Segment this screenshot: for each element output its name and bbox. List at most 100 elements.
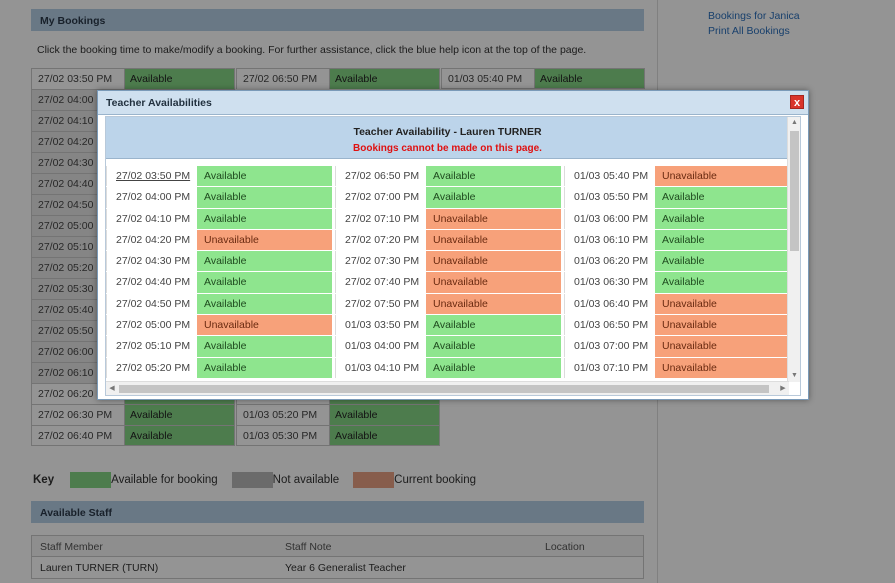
slot-status: Available [655,187,789,208]
availability-slot: 01/03 06:10 PM Available [564,229,789,252]
availability-slot: 27/02 04:20 PM Unavailable [106,229,332,252]
slot-status: Unavailable [426,293,561,315]
slot-time: 01/03 06:40 PM [564,293,655,315]
slot-time: 01/03 06:50 PM [564,315,655,336]
slot-status: Unavailable [655,166,789,187]
availability-slot: 27/02 05:00 PM Unavailable [106,315,332,337]
availability-slot: 27/02 04:00 PM Available [106,187,332,209]
slot-time: 01/03 03:50 PM [335,315,426,336]
scroll-down-icon[interactable]: ▼ [788,370,800,382]
scroll-right-icon[interactable]: ▶ [777,382,789,395]
slot-time: 01/03 06:30 PM [564,272,655,293]
availability-heading: Teacher Availability - Lauren TURNER [353,126,542,138]
slot-time: 27/02 04:30 PM [106,251,197,272]
availability-slot: 27/02 07:00 PM Available [335,187,561,209]
slot-status: Available [197,187,332,208]
slot-status: Available [426,187,561,208]
slot-time: 01/03 05:40 PM [564,166,655,187]
slot-status: Available [197,357,332,378]
availability-header: Teacher Availability - Lauren TURNER Boo… [106,117,789,159]
slot-status: Unavailable [426,272,561,293]
slot-time: 27/02 07:00 PM [335,187,426,208]
slot-status: Unavailable [655,336,789,357]
slot-status: Available [426,166,561,187]
availability-warning: Bookings cannot be made on this page. [353,143,542,154]
slot-status: Available [197,208,332,229]
availability-slot: 01/03 05:50 PM Available [564,187,789,209]
availability-column: 27/02 06:50 PM Available 27/02 07:00 PM Ava… [335,166,561,379]
slot-status: Available [655,229,789,251]
availability-slot: 01/03 06:40 PM Unavailable [564,293,789,316]
availability-slot: 01/03 06:20 PM Available [564,251,789,273]
slot-time: 01/03 06:00 PM [564,208,655,229]
vertical-scrollbar[interactable]: ▲ ▼ [787,117,800,382]
modal-title: Teacher Availabilities [106,97,212,109]
availability-slot: 27/02 07:30 PM Unavailable [335,251,561,273]
slot-status: Unavailable [426,229,561,251]
slot-time: 27/02 07:40 PM [335,272,426,293]
vertical-scroll-thumb[interactable] [790,131,799,251]
availability-slot: 27/02 04:30 PM Available [106,251,332,273]
horizontal-scroll-thumb[interactable] [119,385,769,393]
availability-slot: 01/03 04:10 PM Available [335,357,561,379]
slot-time: 27/02 04:50 PM [106,293,197,315]
scroll-up-icon[interactable]: ▲ [788,117,800,129]
slot-status: Available [655,272,789,293]
slot-status: Available [197,272,332,293]
availability-slot: 27/02 07:20 PM Unavailable [335,229,561,252]
slot-time: 01/03 07:10 PM [564,357,655,378]
slot-status: Available [655,251,789,272]
modal-title-bar: Teacher Availabilities x [98,91,808,115]
availability-slot: 01/03 07:00 PM Unavailable [564,336,789,358]
slot-time: 27/02 07:10 PM [335,208,426,229]
availability-slot: 01/03 06:00 PM Available [564,208,789,230]
availability-slot: 01/03 04:00 PM Available [335,336,561,358]
slot-status: Available [197,251,332,272]
slot-status: Available [426,315,561,336]
availability-slot: 27/02 05:10 PM Available [106,336,332,358]
slot-time: 27/02 07:20 PM [335,229,426,251]
availability-grid: 27/02 03:50 PM Available 27/02 04:00 PM Ava… [106,166,789,382]
availability-column: 01/03 05:40 PM Unavailable 01/03 05:50 PM A… [564,166,789,379]
slot-time[interactable]: 27/02 03:50 PM [106,166,197,187]
availability-slot: 01/03 06:30 PM Available [564,272,789,294]
availability-column: 27/02 03:50 PM Available 27/02 04:00 PM Ava… [106,166,332,379]
slot-time: 01/03 06:10 PM [564,229,655,251]
availability-slot: 27/02 07:50 PM Unavailable [335,293,561,316]
slot-status: Unavailable [426,251,561,272]
scroll-left-icon[interactable]: ◀ [106,382,118,395]
slot-status: Available [426,357,561,378]
slot-time: 01/03 04:10 PM [335,357,426,378]
availability-slot: 27/02 07:10 PM Unavailable [335,208,561,230]
slot-time: 01/03 06:20 PM [564,251,655,272]
modal-body: Teacher Availability - Lauren TURNER Boo… [105,116,801,396]
slot-time: 27/02 06:50 PM [335,166,426,187]
slot-time: 27/02 05:00 PM [106,315,197,336]
slot-status: Unavailable [426,208,561,229]
slot-time: 27/02 04:20 PM [106,229,197,251]
availability-slot: 27/02 04:50 PM Available [106,293,332,316]
availability-slot: 27/02 04:40 PM Available [106,272,332,294]
availability-slot: 01/03 06:50 PM Unavailable [564,315,789,337]
slot-status: Unavailable [197,229,332,251]
slot-status: Unavailable [197,315,332,336]
slot-status: Unavailable [655,357,789,378]
availability-slot: 01/03 05:40 PM Unavailable [564,166,789,188]
close-button[interactable]: x [790,95,804,109]
availability-slot: 01/03 03:50 PM Available [335,315,561,337]
availability-slot: 01/03 07:10 PM Unavailable [564,357,789,379]
slot-status: Available [655,208,789,229]
slot-status: Available [197,293,332,315]
slot-time: 01/03 07:00 PM [564,336,655,357]
slot-status: Available [426,336,561,357]
slot-status: Available [197,166,332,187]
slot-time: 27/02 04:40 PM [106,272,197,293]
horizontal-scrollbar[interactable]: ◀ ▶ [106,381,789,395]
teacher-availabilities-modal: Teacher Availabilities x Teacher Availab… [97,90,809,400]
slot-time: 27/02 07:50 PM [335,293,426,315]
slot-time: 27/02 05:10 PM [106,336,197,357]
slot-time: 27/02 04:10 PM [106,208,197,229]
availability-slot: 27/02 03:50 PM Available [106,166,332,188]
slot-time: 27/02 07:30 PM [335,251,426,272]
slot-time: 01/03 04:00 PM [335,336,426,357]
